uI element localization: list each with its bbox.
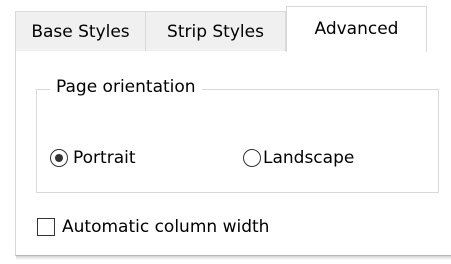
page-orientation-legend: Page orientation bbox=[50, 76, 202, 98]
landscape-radio[interactable] bbox=[243, 149, 261, 167]
portrait-label[interactable]: Portrait bbox=[73, 147, 136, 169]
page-orientation-group bbox=[36, 89, 439, 193]
tab-advanced-label: Advanced bbox=[314, 19, 399, 39]
radio-selected-dot bbox=[54, 153, 63, 162]
landscape-label[interactable]: Landscape bbox=[263, 147, 354, 169]
tab-advanced[interactable]: Advanced bbox=[286, 6, 427, 52]
tab-base-styles-label: Base Styles bbox=[31, 22, 130, 42]
portrait-radio[interactable] bbox=[50, 149, 68, 167]
tab-strip-styles[interactable]: Strip Styles bbox=[145, 11, 286, 51]
panel-shadow bbox=[16, 256, 451, 260]
tab-base-styles[interactable]: Base Styles bbox=[15, 11, 146, 51]
tab-strip-styles-label: Strip Styles bbox=[167, 22, 264, 42]
automatic-column-width-checkbox[interactable] bbox=[37, 218, 55, 236]
automatic-column-width-label[interactable]: Automatic column width bbox=[62, 216, 269, 238]
